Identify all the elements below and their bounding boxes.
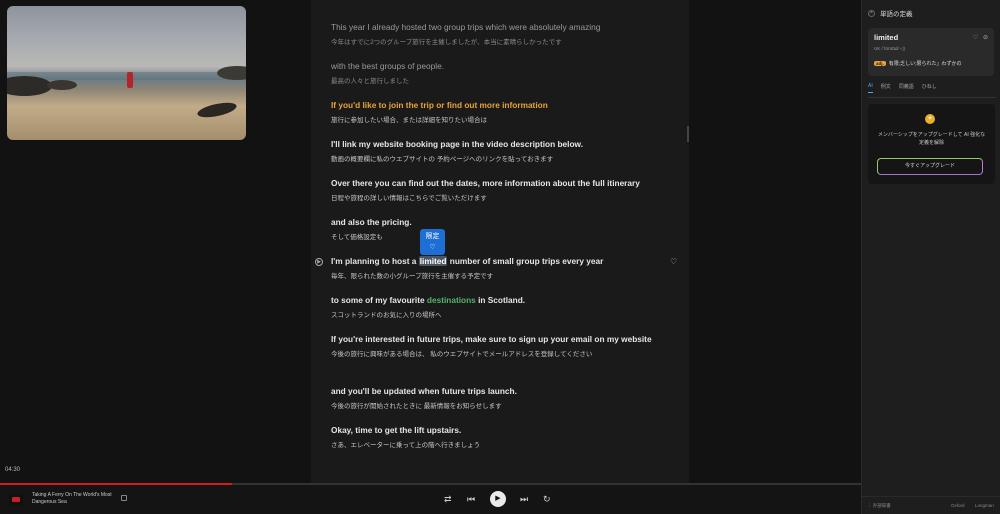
transcript-line[interactable]: and also the pricing. そして価格設定も — [331, 216, 661, 243]
bottom-bar: Taking A Ferry On The World's Most Dange… — [0, 485, 861, 514]
transcript-en[interactable]: This year I already hosted two group tri… — [331, 21, 661, 34]
transcript-line-active[interactable]: If you'd like to join the trip or find o… — [331, 99, 661, 126]
tab-other[interactable]: ひねし — [922, 83, 937, 93]
transcript-en[interactable]: Over there you can find out the dates, m… — [331, 177, 661, 190]
transcript-en[interactable]: If you're interested in future trips, ma… — [331, 333, 661, 346]
transcript-line[interactable]: to some of my favourite destinations in … — [331, 294, 661, 321]
transcript-jp: 動画の概要欄に私のウエブサイトの 予約ページへのリンクを貼っておきます — [331, 156, 554, 163]
definition-row: adj. 有限;乏しい;限られた」わずかの — [874, 60, 962, 67]
transcript-line[interactable]: with the best groups of people. 最高の人々と旅行… — [331, 60, 661, 87]
upgrade-box: ✦ メンバーシップをアップグレードして AI 強化な定義を解除 今すぐアップグレ… — [868, 104, 995, 184]
definition-word: limited — [874, 33, 899, 42]
tab-synonyms[interactable]: 同義語 — [899, 83, 914, 93]
video-rock — [47, 80, 77, 90]
play-line-icon[interactable]: ▶ — [315, 258, 323, 266]
current-time: 04:30 — [5, 467, 21, 473]
transcript-line[interactable]: I'll link my website booking page in the… — [331, 138, 661, 165]
transcript-en[interactable]: and also the pricing. — [331, 216, 661, 229]
transcript-jp: 毎年、限られた数の小グループ旅行を主催する予定です — [331, 273, 494, 280]
transcript-jp: 旅行に参加したい場合、または詳細を知りたい場合は — [331, 117, 487, 124]
definition-panel: × 単語の定義 limited ♡ ⊘ UK /ˈlɪmɪtɪd/ ◁) adj… — [861, 0, 1000, 514]
selected-word[interactable]: limited — [418, 256, 448, 266]
transcript-jp: 今年はすでに2つのグループ旅行を主催しましたが、本当に素晴らしかったです — [331, 39, 562, 46]
oxford-link[interactable]: Oxford — [951, 503, 965, 508]
upgrade-text: メンバーシップをアップグレードして AI 強化な定義を解除 — [877, 132, 986, 146]
transcript-line[interactable]: This year I already hosted two group tri… — [331, 21, 661, 48]
transcript-en[interactable]: and you'll be updated when future trips … — [331, 385, 661, 398]
playlist-icon[interactable] — [121, 495, 127, 501]
tab-ai[interactable]: AI — [868, 83, 873, 93]
transcript-jp: そして価格設定も — [331, 234, 383, 241]
heart-icon[interactable]: ♡ — [973, 34, 978, 41]
heart-icon[interactable]: ♡ — [670, 257, 677, 266]
definition-tabs: AI 例文 同義語 ひねし — [868, 83, 996, 98]
word-tooltip[interactable]: 限定 ♡ — [420, 229, 445, 255]
text-segment: to some of my favourite — [331, 295, 427, 305]
video-rock — [7, 76, 52, 96]
text-segment: in Scotland. — [475, 295, 526, 305]
video-player[interactable] — [7, 6, 246, 140]
upgrade-button[interactable]: 今すぐアップグレード — [877, 158, 983, 175]
channel-logo[interactable] — [9, 493, 23, 506]
transcript-jp: スコットランドのお気に入りの場所へ — [331, 312, 442, 319]
tooltip-translation: 限定 — [425, 233, 440, 240]
transcript-line[interactable]: and you'll be updated when future trips … — [331, 385, 661, 412]
transcript-en[interactable]: to some of my favourite destinations in … — [331, 294, 661, 307]
skip-back-icon[interactable]: ⏮ — [467, 493, 475, 505]
repeat-icon[interactable]: ⇄ — [444, 493, 452, 505]
close-icon[interactable]: × — [868, 9, 875, 17]
panel-header: × 単語の定義 — [868, 8, 913, 18]
word-card: limited ♡ ⊘ UK /ˈlɪmɪtɪd/ ◁) adj. 有限;乏しい… — [868, 28, 994, 76]
transcript-line[interactable]: I'm planning to host a limited number of… — [331, 255, 661, 282]
definition-text: 有限;乏しい;限られた」わずかの — [888, 61, 962, 67]
panel-title: 単語の定義 — [880, 11, 913, 18]
transcript-jp: 今後の旅行に興味がある場合は、 私のウエブサイトでメールアドレスを登録してくださ… — [331, 351, 593, 358]
tab-examples[interactable]: 例文 — [881, 83, 891, 93]
transcript-scrollbar[interactable] — [687, 126, 689, 142]
longman-link[interactable]: Longman — [975, 503, 994, 508]
copy-icon[interactable]: ⊘ — [983, 34, 988, 41]
skip-forward-icon[interactable]: ⏭ — [520, 493, 528, 505]
video-person — [127, 72, 133, 88]
text-segment: number of small group trips every year — [447, 256, 604, 266]
video-title[interactable]: Taking A Ferry On The World's Most Dange… — [32, 492, 117, 506]
transcript-en[interactable]: I'm planning to host a limited number of… — [331, 255, 661, 268]
crown-icon: ✦ — [925, 114, 935, 124]
play-icon[interactable]: ▶ — [490, 491, 506, 507]
transcript-jp: 今後の旅行が開始されたときに 最新情報をお知らせします — [331, 403, 502, 410]
transcript-en[interactable]: with the best groups of people. — [331, 60, 661, 73]
heart-icon[interactable]: ♡ — [420, 243, 445, 252]
transcript-jp: 日程や旅程の詳しい情報はこちらでご覧いただけます — [331, 195, 487, 202]
speed-icon[interactable]: ↻ — [543, 493, 551, 505]
highlighted-word[interactable]: destinations — [427, 295, 476, 305]
phonetic[interactable]: UK /ˈlɪmɪtɪd/ ◁) — [874, 46, 905, 52]
transcript-en[interactable]: Okay, time to get the lift upstairs. — [331, 424, 661, 437]
transcript-line[interactable]: Over there you can find out the dates, m… — [331, 177, 661, 204]
panel-footer: ⋮ 外部辞書 Oxford Longman — [862, 496, 1000, 514]
part-of-speech: adj. — [874, 61, 886, 66]
word-card-actions: ♡ ⊘ — [973, 34, 988, 41]
transcript-line[interactable]: Okay, time to get the lift upstairs. さあ、… — [331, 424, 661, 451]
transcript-jp: さあ、エレベーターに乗って上の階へ行きましょう — [331, 442, 481, 449]
transcript-en[interactable]: If you'd like to join the trip or find o… — [331, 99, 661, 112]
transcript-jp: 最高の人々と旅行しました — [331, 78, 409, 85]
transcript-en[interactable]: I'll link my website booking page in the… — [331, 138, 661, 151]
transcript-line[interactable]: If you're interested in future trips, ma… — [331, 333, 661, 360]
video-rock — [196, 99, 238, 121]
text-segment: I'm planning to host a — [331, 256, 419, 266]
transcript-panel[interactable]: This year I already hosted two group tri… — [311, 0, 689, 483]
external-dictionaries-label: ⋮ 外部辞書 — [867, 503, 891, 508]
